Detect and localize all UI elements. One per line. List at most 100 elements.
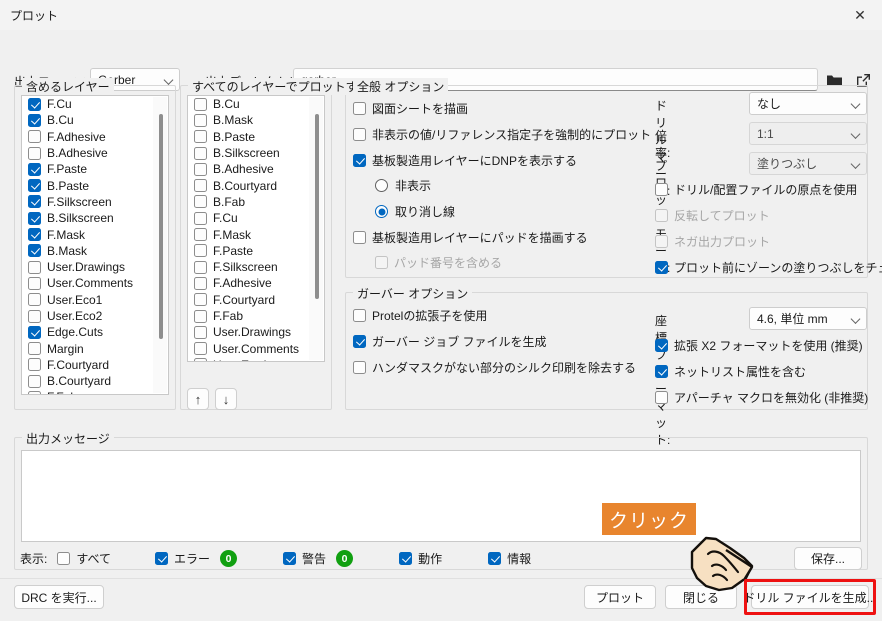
plot-all-layer-item[interactable]: B.Adhesive	[188, 161, 324, 177]
scrollbar-thumb[interactable]	[315, 114, 319, 299]
include-layer-item[interactable]: B.Mask	[22, 243, 168, 259]
checkbox-box[interactable]	[194, 358, 207, 361]
checkbox-box[interactable]	[353, 309, 366, 322]
include-layer-item[interactable]: B.Adhesive	[22, 145, 168, 161]
checkbox-box[interactable]	[28, 358, 41, 372]
checkbox-box[interactable]	[155, 552, 169, 565]
include-layer-item[interactable]: B.Silkscreen	[22, 210, 168, 226]
checkbox-box[interactable]	[655, 391, 668, 404]
checkbox-box[interactable]	[283, 552, 297, 565]
show-dnp-checkbox[interactable]: 基板製造用レイヤーにDNPを表示する	[353, 152, 577, 169]
generate-drill-files-button[interactable]: ドリル ファイルを生成...	[743, 585, 877, 609]
include-layer-item[interactable]: F.Cu	[22, 96, 168, 112]
plot-all-layer-item[interactable]: F.Paste	[188, 243, 324, 259]
include-netlist-attributes-checkbox[interactable]: ネットリスト属性を含む	[655, 363, 806, 380]
checkbox-box[interactable]	[28, 390, 41, 394]
plot-mode-select[interactable]: 塗りつぶし	[749, 152, 867, 175]
include-layer-item[interactable]: Edge.Cuts	[22, 324, 168, 340]
checkbox-box[interactable]	[57, 552, 71, 565]
include-layer-item[interactable]: Margin	[22, 340, 168, 356]
checkbox-box[interactable]	[28, 244, 41, 258]
filter-info-checkbox[interactable]: 情報	[488, 550, 531, 567]
checkbox-box[interactable]	[194, 130, 207, 144]
checkbox-box[interactable]	[194, 276, 207, 290]
include-layer-item[interactable]: User.Drawings	[22, 259, 168, 275]
plot-all-layer-item[interactable]: User.Drawings	[188, 324, 324, 340]
checkbox-box[interactable]	[28, 374, 41, 388]
use-x2-format-checkbox[interactable]: 拡張 X2 フォーマットを使用 (推奨)	[655, 337, 863, 354]
filter-errors-checkbox[interactable]: エラー	[155, 550, 210, 567]
checkbox-box[interactable]	[28, 146, 41, 160]
plot-on-all-layers-listbox[interactable]: B.Cu B.Mask B.Paste B.Silkscreen B.Adhesive B…	[187, 95, 325, 362]
checkbox-box[interactable]	[655, 339, 668, 352]
close-icon[interactable]: ✕	[838, 0, 882, 30]
protel-extensions-checkbox[interactable]: Protelの拡張子を使用	[353, 307, 487, 324]
checkbox-box[interactable]	[28, 293, 41, 307]
filter-actions-checkbox[interactable]: 動作	[399, 550, 442, 567]
run-drc-button[interactable]: DRC を実行...	[14, 585, 104, 609]
checkbox-box[interactable]	[353, 102, 366, 115]
checkbox-box[interactable]	[353, 335, 366, 348]
radio-circle[interactable]	[375, 205, 388, 218]
plot-all-layer-item[interactable]: F.Silkscreen	[188, 259, 324, 275]
draw-sheet-reference-checkbox[interactable]: 図面シートを描画	[353, 100, 468, 117]
plot-all-layer-item[interactable]: B.Cu	[188, 96, 324, 112]
check-zone-fills-checkbox[interactable]: プロット前にゾーンの塗りつぶしをチェック	[655, 259, 882, 276]
checkbox-box[interactable]	[28, 228, 41, 242]
drill-marks-select[interactable]: なし	[749, 92, 867, 115]
include-layer-item[interactable]: B.Paste	[22, 177, 168, 193]
checkbox-box[interactable]	[28, 179, 41, 193]
checkbox-box[interactable]	[28, 130, 41, 144]
move-layer-up-button[interactable]: ↑	[187, 388, 209, 410]
checkbox-box[interactable]	[194, 244, 207, 258]
checkbox-box[interactable]	[194, 113, 207, 127]
scale-select[interactable]: 1:1	[749, 122, 867, 145]
checkbox-box[interactable]	[28, 342, 41, 356]
checkbox-box[interactable]	[488, 552, 502, 565]
checkbox-box[interactable]	[353, 361, 366, 374]
include-layer-item[interactable]: F.Adhesive	[22, 129, 168, 145]
disable-aperture-macros-checkbox[interactable]: アパーチャ マクロを無効化 (非推奨)	[655, 389, 868, 406]
include-layer-item[interactable]: User.Comments	[22, 275, 168, 291]
plot-all-layer-item[interactable]: User.Eco1	[188, 357, 324, 361]
checkbox-box[interactable]	[655, 183, 668, 196]
checkbox-box[interactable]	[194, 146, 207, 160]
checkbox-box[interactable]	[28, 309, 41, 323]
plot-all-layer-item[interactable]: B.Fab	[188, 194, 324, 210]
include-layer-item[interactable]: F.Courtyard	[22, 357, 168, 373]
generate-job-file-checkbox[interactable]: ガーバー ジョブ ファイルを生成	[353, 333, 547, 350]
checkbox-box[interactable]	[194, 211, 207, 225]
filter-all-checkbox[interactable]: すべて	[57, 550, 111, 567]
plot-all-layer-item[interactable]: F.Fab	[188, 308, 324, 324]
checkbox-box[interactable]	[28, 211, 41, 225]
checkbox-box[interactable]	[28, 325, 41, 339]
filter-warnings-checkbox[interactable]: 警告	[283, 550, 326, 567]
plot-all-layer-item[interactable]: F.Mask	[188, 226, 324, 242]
dnp-hide-radio[interactable]: 非表示	[375, 177, 431, 194]
include-layer-item[interactable]: F.Silkscreen	[22, 194, 168, 210]
move-layer-down-button[interactable]: ↓	[215, 388, 237, 410]
plot-all-layer-item[interactable]: F.Cu	[188, 210, 324, 226]
plot-all-layer-item[interactable]: B.Courtyard	[188, 177, 324, 193]
checkbox-box[interactable]	[28, 260, 41, 274]
checkbox-box[interactable]	[194, 342, 207, 356]
checkbox-box[interactable]	[28, 276, 41, 290]
include-layer-item[interactable]: B.Courtyard	[22, 373, 168, 389]
output-messages-textarea[interactable]	[21, 450, 861, 542]
plot-all-layer-item[interactable]: User.Comments	[188, 340, 324, 356]
checkbox-box[interactable]	[655, 261, 668, 274]
force-plot-invisible-checkbox[interactable]: 非表示の値/リファレンス指定子を強制的にプロット	[353, 126, 651, 143]
draw-pads-checkbox[interactable]: 基板製造用レイヤーにパッドを描画する	[353, 229, 588, 246]
checkbox-box[interactable]	[399, 552, 413, 565]
checkbox-box[interactable]	[194, 179, 207, 193]
checkbox-box[interactable]	[194, 228, 207, 242]
checkbox-box[interactable]	[194, 293, 207, 307]
include-layer-item[interactable]: F.Paste	[22, 161, 168, 177]
checkbox-box[interactable]	[353, 128, 366, 141]
plot-all-layer-item[interactable]: B.Silkscreen	[188, 145, 324, 161]
subtract-mask-from-silk-checkbox[interactable]: ハンダマスクがない部分のシルク印刷を除去する	[353, 359, 636, 376]
coordinate-format-select[interactable]: 4.6, 単位 mm	[749, 307, 867, 330]
radio-circle[interactable]	[375, 179, 388, 192]
include-layer-item[interactable]: User.Eco2	[22, 308, 168, 324]
plot-all-layer-item[interactable]: B.Paste	[188, 129, 324, 145]
